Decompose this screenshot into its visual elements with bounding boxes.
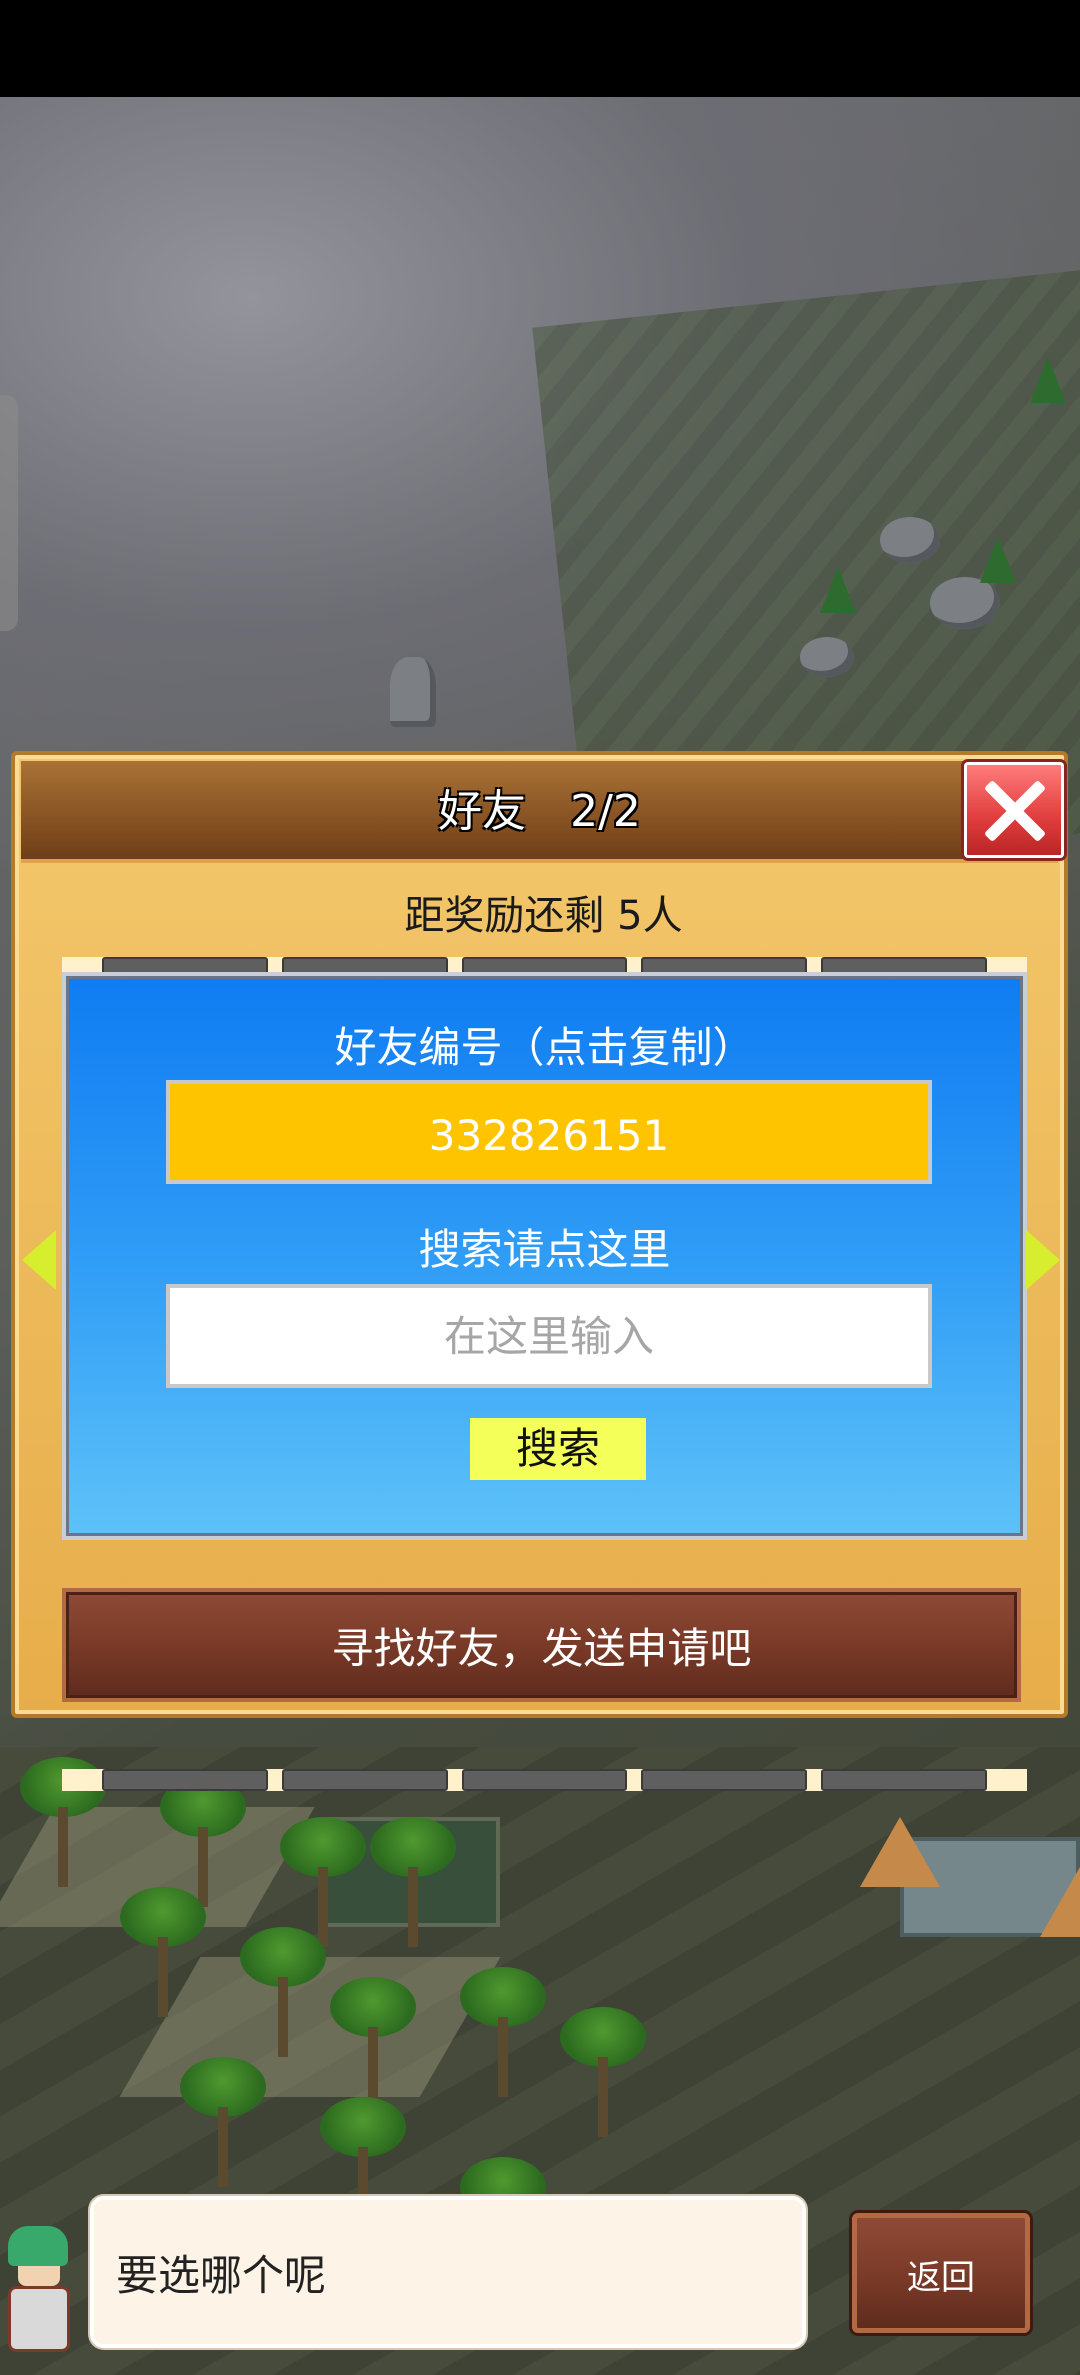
advisor-avatar (0, 2226, 82, 2352)
advisor-message: 要选哪个呢 (116, 2251, 327, 2300)
page-tab[interactable] (281, 1769, 448, 1791)
pine-tree (1030, 357, 1066, 403)
palm-tree (460, 1967, 546, 2097)
advisor-speech-bubble: 要选哪个呢 (90, 2196, 806, 2348)
palm-tree (370, 1817, 456, 1947)
friend-id-copy-box[interactable]: 332826151 (166, 1080, 932, 1184)
close-icon[interactable] (964, 762, 1064, 858)
arrow-right-icon[interactable] (1026, 1230, 1060, 1290)
palm-tree (280, 1817, 366, 1947)
tent[interactable] (1040, 1867, 1080, 1937)
rock (930, 577, 1000, 629)
rock-spire (390, 657, 436, 727)
page-tab[interactable] (102, 1769, 268, 1791)
page-tab[interactable] (641, 1769, 808, 1791)
status-bar (0, 0, 1080, 97)
page-tabs-bottom (62, 1769, 1027, 1791)
search-label: 搜索请点这里 (418, 1225, 671, 1274)
page-tab[interactable] (821, 1769, 987, 1791)
dialog-header: 好友 2/2 (21, 761, 1058, 863)
friend-search-input[interactable] (166, 1284, 932, 1388)
friend-id-label: 好友编号（点击复制） (334, 1023, 755, 1072)
palm-tree (330, 1977, 416, 2107)
advisor-hair (8, 2226, 68, 2266)
search-button[interactable]: 搜索 (470, 1418, 646, 1480)
friend-code-panel: 好友编号（点击复制） 332826151 搜索请点这里 搜索 (62, 972, 1027, 1540)
arrow-left-icon[interactable] (22, 1230, 56, 1290)
friends-dialog: 好友 2/2 距奖励还剩 5人 好友编号（点击复制） 332826151 搜索请… (11, 751, 1068, 1791)
back-button[interactable]: 返回 (852, 2213, 1030, 2333)
palm-tree (120, 1887, 206, 2017)
page-tab[interactable] (461, 1769, 628, 1791)
find-friends-button[interactable]: 寻找好友，发送申请吧 (62, 1588, 1021, 1702)
pine-tree (820, 567, 856, 613)
side-drawer-handle[interactable] (0, 395, 18, 631)
reward-remaining-text: 距奖励还剩 5人 (404, 893, 683, 939)
dialog-title: 好友 2/2 (438, 786, 641, 837)
rock (800, 637, 854, 677)
rock (880, 517, 940, 563)
advisor-body (8, 2286, 70, 2352)
palm-tree (560, 2007, 646, 2137)
palm-tree (320, 2097, 406, 2227)
palm-tree (240, 1927, 326, 2057)
palm-tree (180, 2057, 266, 2187)
tent[interactable] (860, 1817, 940, 1887)
pine-tree (980, 537, 1016, 583)
